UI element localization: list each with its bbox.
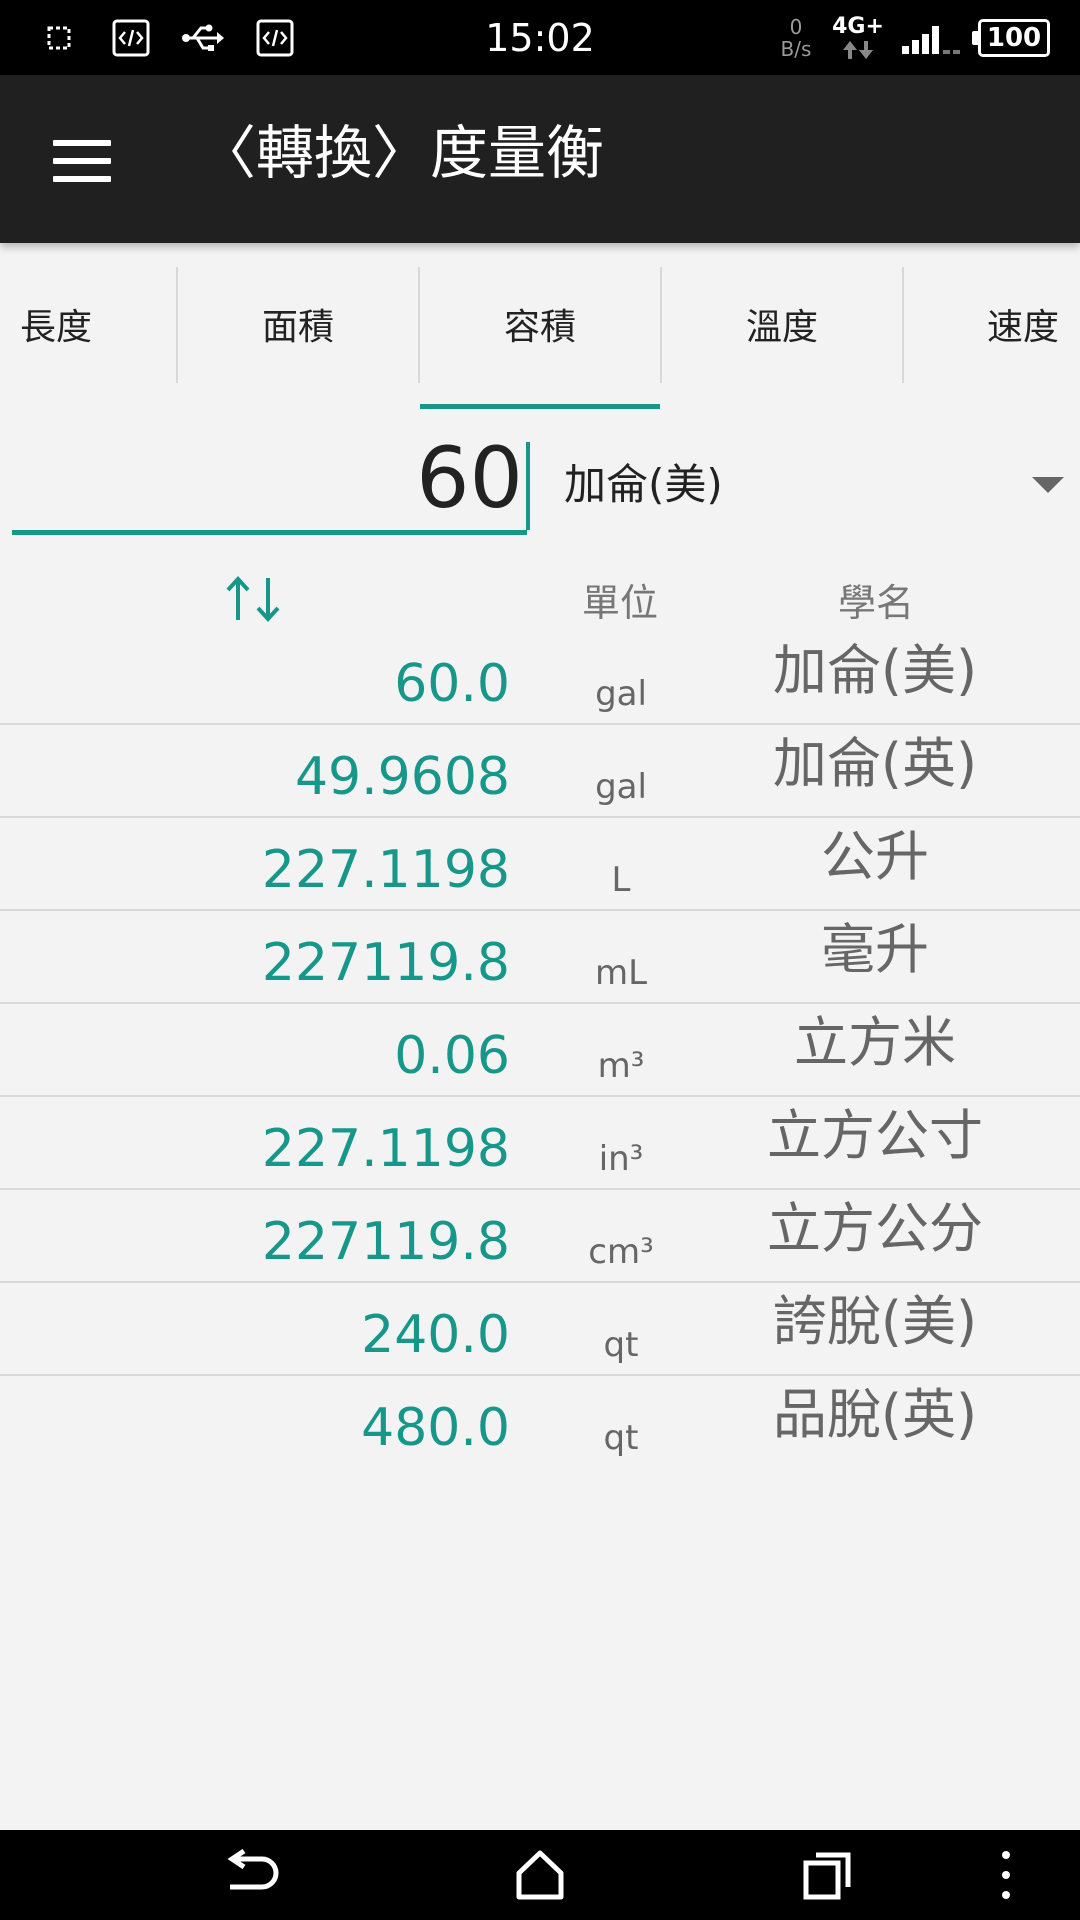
results-header: 單位 學名: [0, 568, 1080, 628]
hamburger-icon: [53, 140, 111, 146]
system-status-icons: 0 B/s 4G+ 100: [778, 10, 1050, 66]
signal-strength-icon: [902, 26, 960, 54]
row-value: 227119.8: [261, 1212, 510, 1272]
row-unit: qt: [603, 1325, 639, 1365]
row-name: 立方公寸: [767, 1104, 983, 1167]
more-vert-icon: [1002, 1851, 1010, 1899]
row-value: 0.06: [394, 1026, 510, 1086]
table-row[interactable]: 240.0 qt 誇脫(美): [0, 1283, 1080, 1376]
table-row[interactable]: 60.0 gal 加侖(美): [0, 632, 1080, 725]
tab-divider: [902, 267, 904, 383]
results-list: 60.0 gal 加侖(美) 49.9608 gal 加侖(英) 227.119…: [0, 632, 1080, 1469]
recent-apps-button[interactable]: [788, 1845, 868, 1905]
tab-speed[interactable]: 速度: [966, 267, 1080, 381]
network-speed: 0 B/s: [778, 16, 814, 60]
header-unit: 單位: [581, 581, 658, 625]
row-unit: mL: [594, 953, 648, 993]
network-speed-value: 0: [789, 15, 803, 39]
row-unit: L: [611, 860, 631, 900]
home-icon: [516, 1850, 564, 1900]
hamburger-icon: [53, 158, 111, 164]
back-button[interactable]: [212, 1845, 292, 1905]
unit-dropdown-value: 加侖(美): [564, 460, 723, 509]
battery-level: 100: [986, 23, 1042, 53]
swap-sort-icon[interactable]: [222, 574, 286, 624]
row-unit: gal: [595, 767, 647, 807]
row-name: 毫升: [821, 918, 929, 981]
tab-temperature[interactable]: 溫度: [662, 267, 902, 381]
row-unit: m³: [597, 1046, 645, 1086]
row-value: 480.0: [361, 1398, 510, 1458]
row-name: 品脫(英): [772, 1383, 978, 1446]
unit-dropdown[interactable]: 加侖(美): [536, 425, 1080, 529]
row-unit: cm³: [588, 1232, 654, 1272]
row-value: 227.1198: [261, 1119, 510, 1179]
hamburger-icon: [53, 176, 111, 182]
category-tabs: 長度 面積 容積 溫度 速度: [0, 243, 1080, 409]
row-unit: gal: [595, 674, 647, 714]
row-value: 227119.8: [261, 933, 510, 993]
selected-tab-indicator: [420, 404, 660, 409]
app-title: 〈轉換〉度量衡: [198, 119, 605, 187]
row-name: 公升: [821, 825, 929, 888]
row-value: 227.1198: [261, 840, 510, 900]
menu-button[interactable]: [40, 123, 124, 199]
row-unit: in³: [598, 1139, 644, 1179]
app-bar: 〈轉換〉度量衡: [0, 75, 1080, 243]
status-bar: 15:02 0 B/s 4G+ 100: [0, 0, 1080, 75]
table-row[interactable]: 227119.8 mL 毫升: [0, 911, 1080, 1004]
row-unit: qt: [603, 1418, 639, 1458]
dropdown-arrow-icon: [1032, 477, 1064, 493]
table-row[interactable]: 49.9608 gal 加侖(英): [0, 725, 1080, 818]
text-cursor: [526, 442, 530, 530]
row-value: 60.0: [394, 654, 510, 714]
row-value: 240.0: [361, 1305, 510, 1365]
tab-length[interactable]: 長度: [0, 267, 112, 381]
row-name: 誇脫(美): [772, 1290, 978, 1353]
recent-apps-icon: [803, 1852, 851, 1900]
back-icon: [227, 1849, 279, 1890]
value-input[interactable]: [12, 425, 527, 535]
tab-area[interactable]: 面積: [178, 267, 418, 381]
network-speed-unit: B/s: [780, 37, 812, 61]
row-name: 立方米: [794, 1011, 956, 1074]
battery-icon: 100: [972, 19, 1050, 57]
app-root: 15:02 0 B/s 4G+ 100 〈轉換〉度量衡 長度 面積 容積 溫度 …: [0, 0, 1080, 1920]
tab-volume[interactable]: 容積: [420, 267, 660, 381]
table-row[interactable]: 227.1198 in³ 立方公寸: [0, 1097, 1080, 1190]
network-type: 4G+: [828, 15, 888, 61]
table-row[interactable]: 227.1198 L 公升: [0, 818, 1080, 911]
network-type-label: 4G+: [832, 14, 884, 39]
navigation-bar: [0, 1830, 1080, 1920]
row-value: 49.9608: [294, 747, 510, 807]
home-button[interactable]: [500, 1845, 580, 1905]
row-name: 加侖(英): [772, 732, 978, 795]
table-row[interactable]: 227119.8 cm³ 立方公分: [0, 1190, 1080, 1283]
data-transfer-arrows-icon: [843, 41, 873, 59]
row-name: 加侖(美): [772, 639, 978, 702]
table-row[interactable]: 0.06 m³ 立方米: [0, 1004, 1080, 1097]
table-row[interactable]: 480.0 qt 品脫(英): [0, 1376, 1080, 1469]
more-options-button[interactable]: [986, 1845, 1026, 1905]
row-name: 立方公分: [767, 1197, 983, 1260]
header-name: 學名: [837, 581, 914, 625]
